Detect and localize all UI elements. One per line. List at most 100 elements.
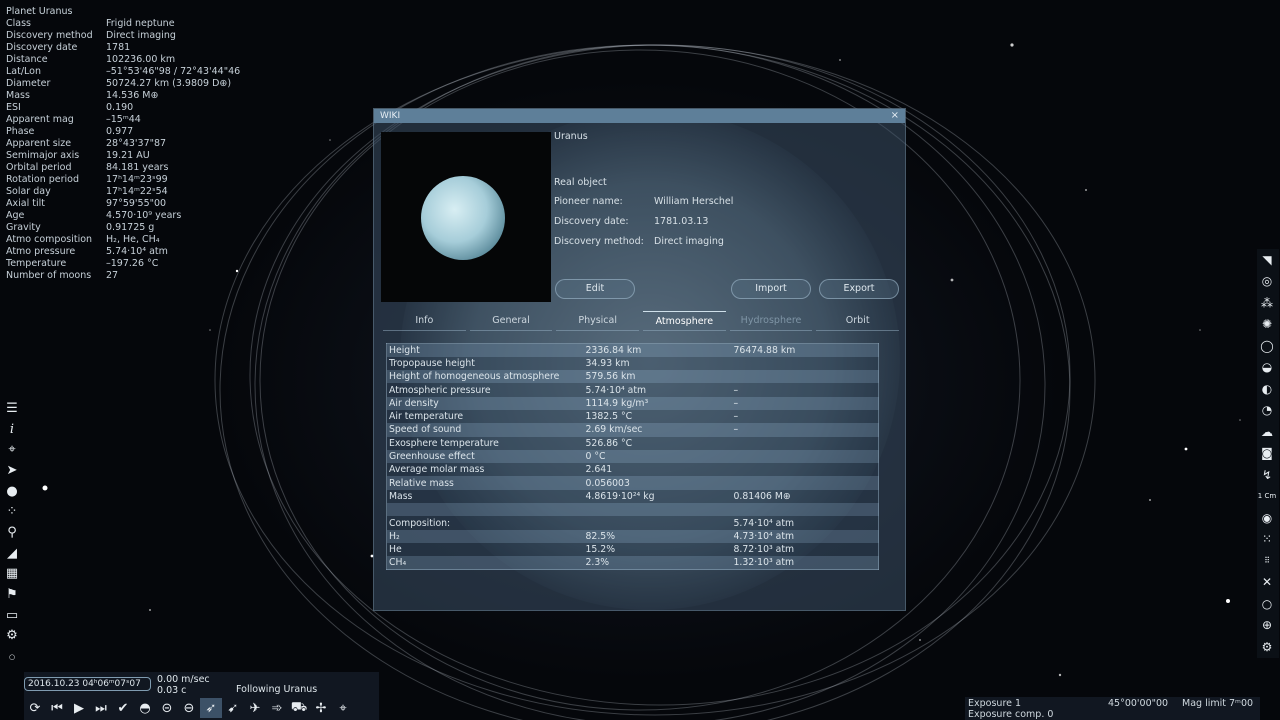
table-row: Speed of sound 2.69 km/sec – [386, 423, 879, 437]
lander-icon[interactable]: ⛟ [288, 698, 310, 718]
info-icon[interactable]: i [2, 419, 22, 440]
rocket-icon[interactable]: ➹ [222, 698, 244, 718]
table-cell: 76474.88 km [731, 343, 879, 357]
info-key: Age [6, 210, 25, 221]
play-icon[interactable]: ▶ [68, 698, 90, 718]
info-value: –197.26 °C [106, 258, 159, 269]
realtime-icon[interactable]: ◓ [134, 698, 156, 718]
ship-icon[interactable]: ➾ [266, 698, 288, 718]
menu-icon[interactable]: ☰ [2, 398, 22, 419]
info-key: Diameter [6, 78, 51, 89]
export-button[interactable]: Export [819, 279, 899, 299]
scale-icon[interactable]: 1 Cm [1257, 486, 1277, 508]
asteroid-icon[interactable]: ◔ [1257, 400, 1277, 422]
rs-icon[interactable]: ⠿ [1257, 550, 1277, 572]
info-row: Axial tilt 97°59'55"00 [6, 198, 266, 210]
table-row: Atmospheric pressure 5.74·10⁴ atm – [386, 383, 879, 397]
flag-icon[interactable]: ⚑ [2, 584, 22, 605]
ship-icon[interactable]: ◢ [2, 543, 22, 564]
cross-icon[interactable]: ✕ [1257, 572, 1277, 594]
info-row: Age 4.570·10⁹ years [6, 210, 266, 222]
tab-physical[interactable]: Physical [556, 311, 640, 331]
comet-icon[interactable]: ◐ [1257, 378, 1277, 400]
table-cell: 0.81406 M⊕ [731, 489, 879, 504]
table-cell: Speed of sound [386, 423, 584, 437]
up-icon[interactable]: ⊖ [178, 698, 200, 718]
table-cell: 2.3% [583, 556, 732, 570]
step-forward-icon[interactable]: ⏭ [90, 698, 112, 718]
dots-icon[interactable]: ⁙ [1257, 529, 1277, 551]
nebula-icon[interactable]: ◎ [1257, 271, 1277, 293]
cloud-icon[interactable]: ☁ [1257, 421, 1277, 443]
import-button[interactable]: Import [731, 279, 811, 299]
globe-icon[interactable]: ⊕ [1257, 615, 1277, 637]
rocket-icon[interactable]: ➤ [2, 460, 22, 481]
table-cell: 579.56 km [583, 370, 732, 384]
info-row: Lat/Lon –51°53'46"98 / 72°43'44"46 [6, 66, 266, 78]
ocean-icon[interactable]: ◙ [1257, 443, 1277, 465]
circle-icon[interactable]: ○ [1257, 593, 1277, 615]
table-row: He 15.2% 8.72·10³ atm [386, 542, 879, 557]
tab-hydrosphere[interactable]: Hydrosphere [729, 311, 813, 331]
calendar-icon[interactable]: ▦ [2, 564, 22, 585]
table-row: Relative mass 0.056003 [386, 476, 879, 490]
info-key: Lat/Lon [6, 66, 41, 77]
info-value: 0.91725 g [106, 222, 155, 233]
table-cell: 4.8619·10²⁴ kg [583, 489, 732, 504]
tab-atmosphere[interactable]: Atmosphere [643, 311, 726, 331]
cursor-icon[interactable]: ➶ [200, 698, 222, 718]
atmosphere-table: Height 2336.84 km 76474.88 km Tropopause he… [386, 343, 879, 571]
satellite-icon[interactable]: ⌖ [2, 439, 22, 460]
info-key: Apparent mag [6, 114, 74, 125]
tab-general[interactable]: General [469, 311, 553, 331]
edit-button[interactable]: Edit [555, 279, 635, 299]
info-value: 1781 [106, 42, 131, 53]
table-row: Average molar mass 2.641 [386, 463, 879, 477]
info-value: 17ʰ14ᵐ22ˢ54 [106, 186, 168, 197]
eye-icon[interactable]: ◉ [1257, 507, 1277, 529]
info-key: Atmo pressure [6, 246, 76, 257]
target-icon[interactable]: ⌖ [332, 698, 354, 718]
close-icon[interactable]: × [891, 109, 899, 123]
table-cell: Air density [386, 396, 584, 410]
table-cell [583, 516, 732, 530]
planet-icon[interactable]: ◒ [1257, 357, 1277, 379]
date-time-field[interactable]: 2016.10.23 04ʰ06ᵐ07ˢ07 [24, 677, 151, 691]
table-cell [731, 463, 879, 477]
check-icon[interactable]: ✔ [112, 698, 134, 718]
ring-icon[interactable]: ◯ [1257, 335, 1277, 357]
down-icon[interactable]: ⊝ [156, 698, 178, 718]
table-cell: – [731, 396, 879, 410]
monitor-icon[interactable]: ▭ [2, 605, 22, 626]
constellation-icon[interactable]: ⁘ [2, 501, 22, 522]
table-cell: 82.5% [583, 529, 732, 543]
table-cell [583, 503, 732, 517]
galaxy-icon[interactable]: ◥ [1257, 249, 1277, 271]
info-row: Distance 102236.00 km [6, 54, 266, 66]
tab-info[interactable]: Info [383, 311, 466, 331]
info-value: 50724.27 km (3.9809 D⊕) [106, 78, 232, 89]
tab-orbit[interactable]: Orbit [816, 311, 900, 331]
table-cell: – [731, 409, 879, 424]
time-controls: ⟳ ⏮ ▶ ⏭ ✔ ◓ ⊝ ⊖ ➶ ➹ ✈ ➾ ⛟ ✢ ⌖ [24, 698, 354, 718]
gear-icon[interactable]: ⚙ [2, 626, 22, 647]
wiki-titlebar[interactable]: WIKI × [374, 109, 905, 123]
search-icon[interactable]: ⚲ [2, 522, 22, 543]
star-icon[interactable]: ✺ [1257, 314, 1277, 336]
time-control-bar: 2016.10.23 04ʰ06ᵐ07ˢ07 0.00 m/sec 0.03 c… [24, 672, 379, 720]
lightning-icon[interactable]: ↯ [1257, 464, 1277, 486]
cross-arrows-icon[interactable]: ✢ [310, 698, 332, 718]
binoculars-icon[interactable]: ● [2, 481, 22, 502]
info-value: –51°53'46"98 / 72°43'44"46 [106, 66, 241, 77]
table-row: Tropopause height 34.93 km [386, 356, 879, 371]
dot-icon[interactable]: ○ [2, 646, 22, 667]
info-key: Axial tilt [6, 198, 45, 209]
step-back-icon[interactable]: ⏮ [46, 698, 68, 718]
refresh-icon[interactable]: ⟳ [24, 698, 46, 718]
table-row: H₂ 82.5% 4.73·10⁴ atm [386, 529, 879, 543]
plane-icon[interactable]: ✈ [244, 698, 266, 718]
cluster-icon[interactable]: ⁂ [1257, 292, 1277, 314]
info-row: Diameter 50724.27 km (3.9809 D⊕) [6, 78, 266, 90]
table-cell: Composition: [386, 516, 584, 530]
gear-icon[interactable]: ⚙ [1257, 636, 1277, 658]
